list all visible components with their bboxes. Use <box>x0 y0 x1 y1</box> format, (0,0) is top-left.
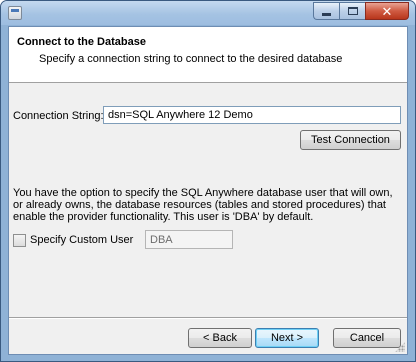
page-title: Connect to the Database <box>17 36 146 48</box>
back-button[interactable]: < Back <box>188 328 252 348</box>
specify-custom-user-label[interactable]: Specify Custom User <box>30 234 133 246</box>
custom-user-input <box>145 230 233 249</box>
maximize-button[interactable] <box>339 2 365 20</box>
setup-wizard-icon <box>8 6 22 20</box>
wizard-window: ✕ Connect to the Database Specify a conn… <box>0 0 416 362</box>
connection-string-label: Connection String: <box>13 110 104 122</box>
connection-string-input[interactable] <box>103 106 401 124</box>
close-icon: ✕ <box>381 3 393 19</box>
footer-divider <box>9 317 407 319</box>
wizard-header: Connect to the Database Specify a connec… <box>9 27 407 83</box>
test-connection-button[interactable]: Test Connection <box>300 130 401 150</box>
title-bar[interactable]: ✕ <box>1 1 415 25</box>
cancel-button[interactable]: Cancel <box>333 328 401 348</box>
maximize-icon <box>347 7 358 15</box>
next-button[interactable]: Next > <box>255 328 319 348</box>
page-subtitle: Specify a connection string to connect t… <box>39 53 343 65</box>
specify-custom-user-checkbox[interactable] <box>13 234 26 247</box>
minimize-button[interactable] <box>313 2 339 20</box>
dialog-client-area: Connect to the Database Specify a connec… <box>8 26 408 355</box>
custom-user-description: You have the option to specify the SQL A… <box>13 187 393 223</box>
close-button[interactable]: ✕ <box>365 2 409 20</box>
caption-buttons: ✕ <box>313 2 409 20</box>
minimize-icon <box>322 12 331 16</box>
